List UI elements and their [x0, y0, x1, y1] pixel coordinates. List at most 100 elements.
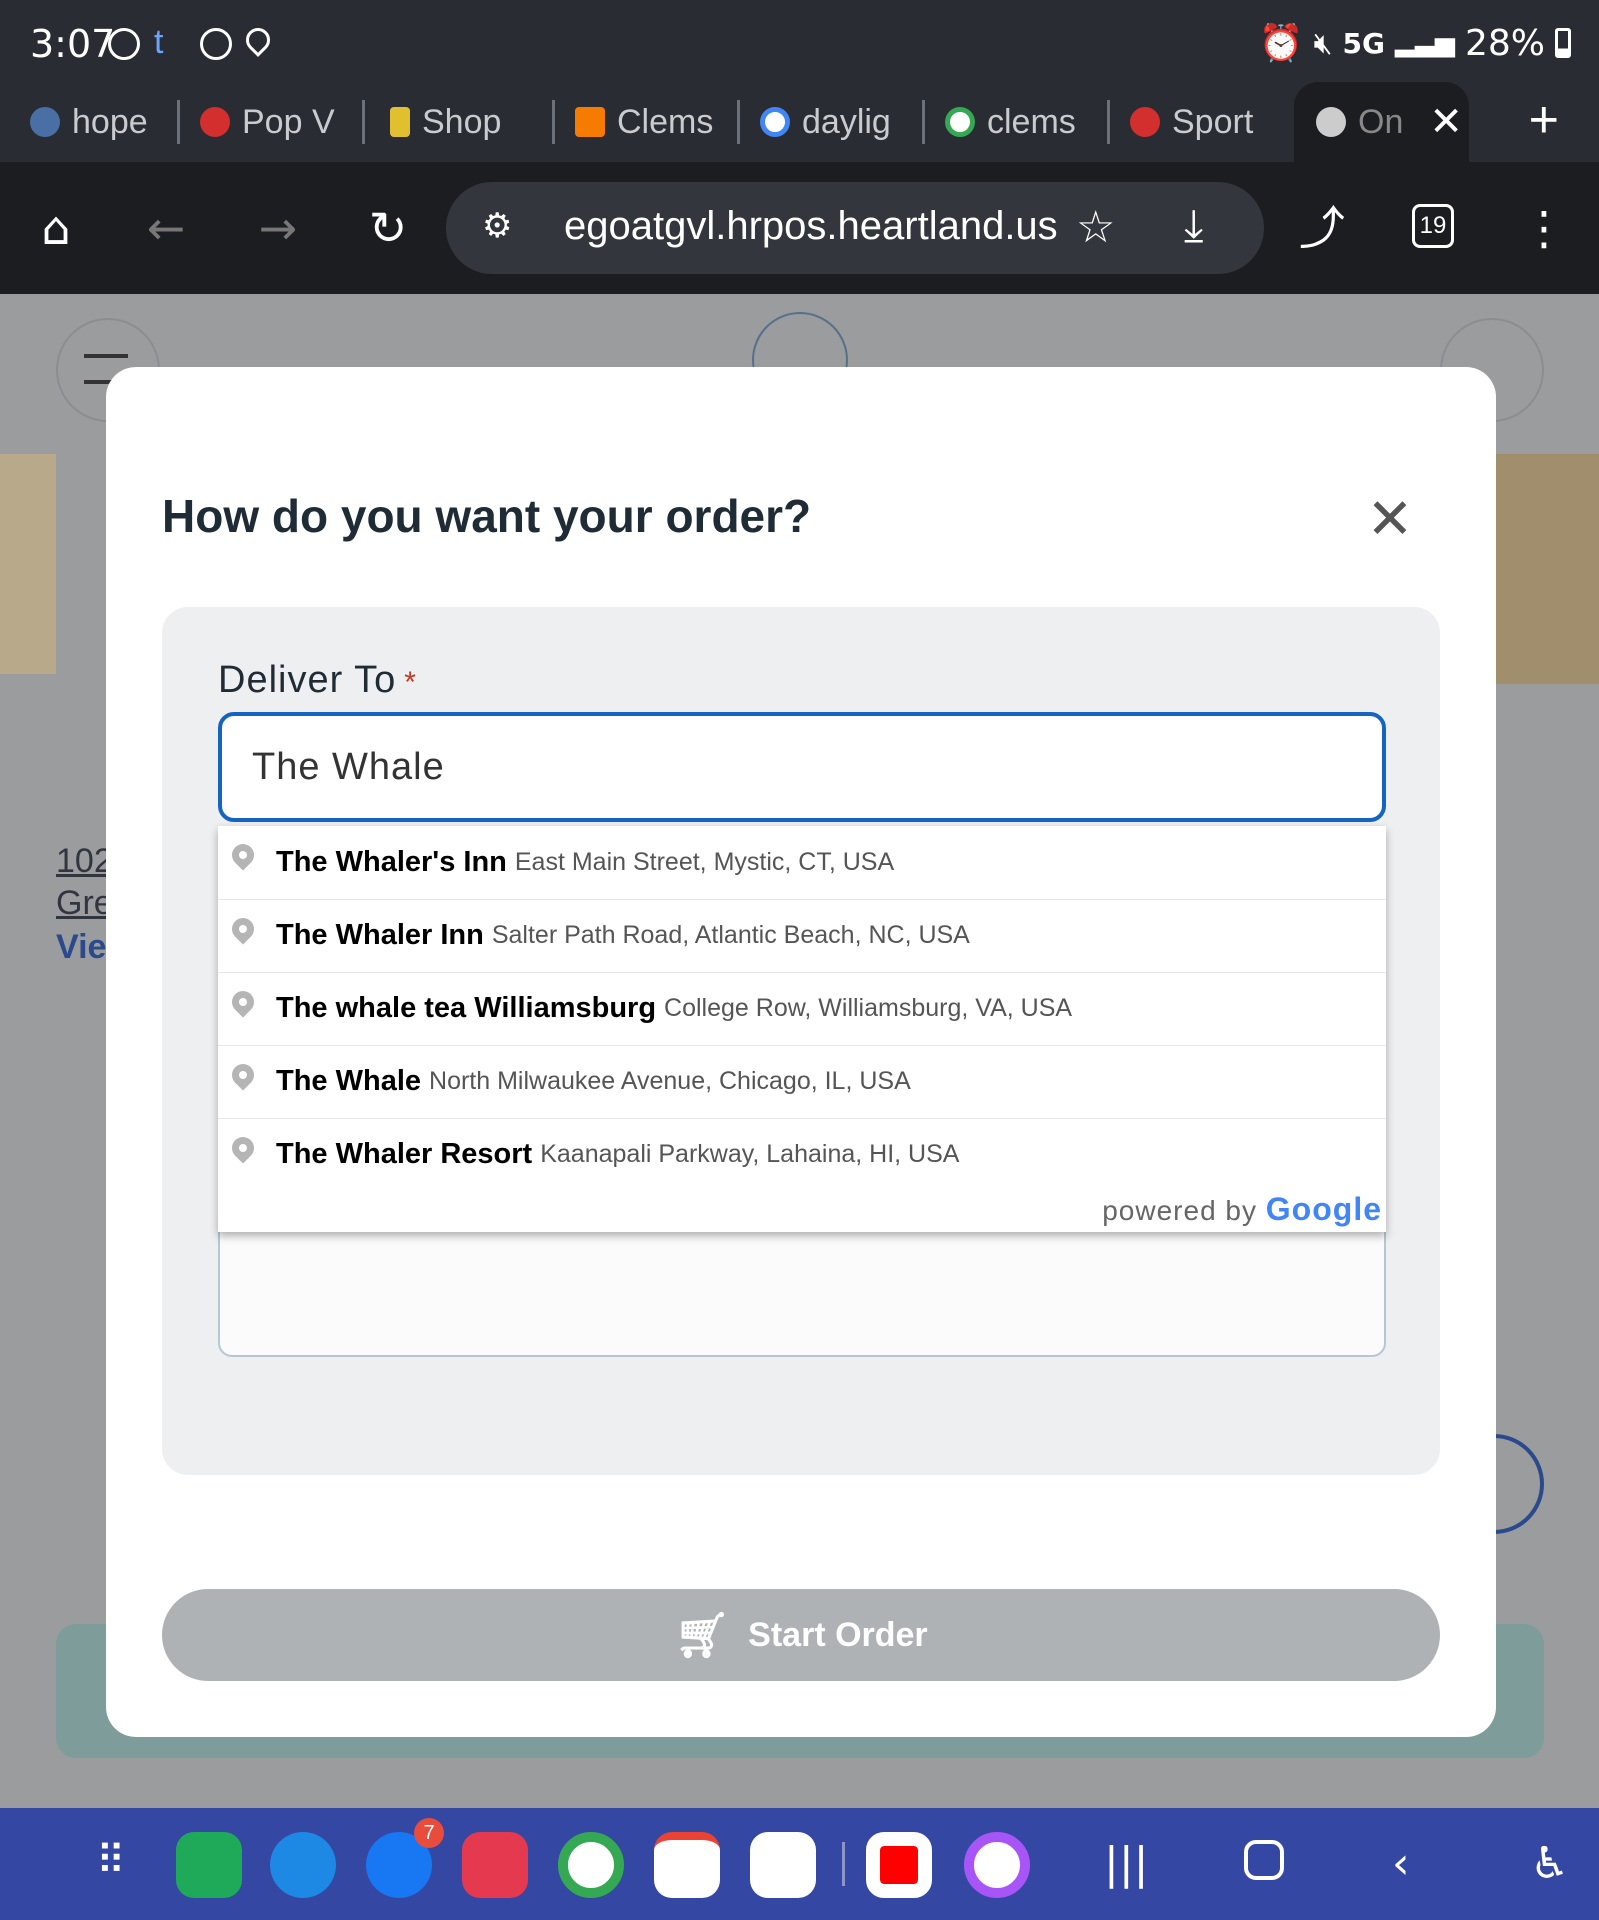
location-pin-icon	[227, 986, 259, 1018]
tab-favicon	[30, 107, 60, 137]
recent-apps-button[interactable]: |||	[1104, 1838, 1148, 1889]
tab-active-order[interactable]: On ✕	[1294, 82, 1469, 162]
android-nav-bar: ⠿ 7 ||| ‹ ♿︎	[0, 1808, 1599, 1920]
suggestion-item[interactable]: The Whaler Inn Salter Path Road, Atlanti…	[218, 899, 1386, 971]
facebook-notification-icon	[108, 28, 140, 60]
tab-clemson[interactable]: Clems	[575, 82, 740, 162]
tab-clemson-search[interactable]: clems	[945, 82, 1110, 162]
suggestion-name: The Whale	[276, 1065, 422, 1097]
location-pin-icon	[227, 913, 259, 945]
back-button[interactable]: ‹	[1392, 1838, 1410, 1889]
google-icon	[945, 107, 975, 137]
tab-favicon	[1130, 107, 1160, 137]
tab-daylight[interactable]: daylig	[760, 82, 925, 162]
suggestion-address: Kaanapali Parkway, Lahaina, HI, USA	[540, 1140, 960, 1168]
camera-app-icon[interactable]	[462, 1832, 528, 1898]
home-icon[interactable]: ⌂	[30, 202, 82, 254]
app-drawer-icon[interactable]: ⠿	[96, 1838, 125, 1884]
battery-level: 28%	[1464, 22, 1545, 64]
store-address-line-2: Gre	[56, 884, 113, 922]
store-address-line-1: 102	[56, 842, 113, 880]
view-link[interactable]: Vie	[56, 928, 106, 967]
suggestion-name: The whale tea Williamsburg	[276, 992, 657, 1024]
tab-label: clems	[987, 102, 1076, 141]
home-button[interactable]	[1244, 1840, 1284, 1880]
close-icon[interactable]: ✕	[1360, 492, 1420, 552]
powered-by-text: powered by	[1102, 1195, 1257, 1226]
back-icon[interactable]: ←	[140, 202, 192, 254]
field-label-text: Deliver To	[218, 659, 397, 701]
location-pin-icon	[227, 1059, 259, 1091]
modal-title: How do you want your order?	[162, 490, 812, 542]
suggestion-address: Salter Path Road, Atlantic Beach, NC, US…	[491, 921, 970, 949]
delivery-address-input[interactable]: The Whale	[218, 712, 1386, 822]
browser-tab-strip: hope Pop V Shop Clems daylig clems Sport…	[0, 82, 1599, 162]
share-icon[interactable]: ⤴	[1296, 202, 1348, 254]
suggestion-address: East Main Street, Mystic, CT, USA	[514, 847, 895, 876]
sync-notification-icon	[200, 28, 232, 60]
address-suggestions-dropdown: The Whaler's Inn East Main Street, Mysti…	[218, 826, 1386, 1232]
tab-favicon	[575, 107, 605, 137]
tab-shop[interactable]: Shop	[390, 82, 555, 162]
start-order-button[interactable]: 🛒︎ Start Order	[162, 1589, 1440, 1681]
start-order-label: Start Order	[748, 1615, 928, 1654]
youtube-app-icon[interactable]	[866, 1832, 932, 1898]
tumblr-notification-icon: t	[154, 23, 164, 61]
status-bar: 3:07 t ⏰ 🔇︎ 5G ▂▃▅ 28%	[0, 0, 1599, 82]
status-time: 3:07	[30, 22, 116, 66]
suggestion-item[interactable]: The Whaler's Inn East Main Street, Mysti…	[218, 826, 1386, 898]
alarm-icon: ⏰	[1258, 23, 1304, 64]
new-tab-icon[interactable]: +	[1529, 90, 1559, 150]
system-status: ⏰ 🔇︎ 5G ▂▃▅ 28%	[1259, 22, 1571, 64]
promo-image-left	[0, 454, 56, 674]
download-icon[interactable]: ⤓	[1184, 200, 1203, 251]
suggestion-item[interactable]: The Whale North Milwaukee Avenue, Chicag…	[218, 1045, 1386, 1117]
url-text: egoatgvl.hrpos.heartland.us	[564, 204, 1058, 248]
accessibility-icon[interactable]: ♿︎	[1530, 1838, 1569, 1889]
messenger-app-icon[interactable]	[964, 1832, 1030, 1898]
suggestion-name: The Whaler's Inn	[276, 845, 507, 878]
google-logo: Google	[1265, 1191, 1382, 1227]
tab-hope[interactable]: hope	[20, 82, 180, 162]
cart-icon: 🛒︎	[674, 1610, 731, 1661]
required-indicator: *	[404, 666, 417, 699]
notification-icons: t	[108, 23, 275, 61]
tab-label: hope	[72, 102, 148, 141]
network-label: 5G	[1342, 26, 1385, 60]
gmail-app-icon[interactable]	[654, 1832, 720, 1898]
tab-sports[interactable]: Sport	[1130, 82, 1270, 162]
promo-image-right	[1496, 454, 1599, 684]
suggestion-name: The Whaler Resort	[276, 1138, 533, 1170]
tab-label: Shop	[422, 102, 502, 141]
suggestion-item[interactable]: The whale tea Williamsburg College Row, …	[218, 972, 1386, 1044]
forward-icon[interactable]: →	[252, 202, 304, 254]
tab-count-button[interactable]: 19	[1412, 204, 1454, 248]
tab-favicon	[200, 107, 230, 137]
tab-label: Sport	[1172, 102, 1254, 141]
google-icon	[760, 107, 790, 137]
tab-favicon	[1316, 107, 1346, 137]
deliver-to-label: Deliver To *	[218, 659, 417, 702]
suggestion-item[interactable]: The Whaler Resort Kaanapali Parkway, Lah…	[218, 1118, 1386, 1190]
tab-label: On	[1358, 102, 1404, 141]
address-bar[interactable]: ⚙ egoatgvl.hrpos.heartland.us ☆ ⤓	[446, 182, 1264, 274]
tab-pop[interactable]: Pop V	[200, 82, 365, 162]
browser-toolbar: ⌂ ← → ↻ ⚙ egoatgvl.hrpos.heartland.us ☆ …	[0, 162, 1599, 294]
close-tab-icon[interactable]: ✕	[1429, 99, 1463, 145]
facebook-notification-badge: 7	[414, 1818, 444, 1848]
location-pin-icon	[227, 839, 259, 871]
menu-dots-icon[interactable]: ⋮	[1518, 202, 1570, 254]
phone-app-icon[interactable]	[176, 1832, 242, 1898]
tab-favicon	[390, 107, 410, 137]
maps-app-icon[interactable]	[750, 1832, 816, 1898]
bookmark-star-icon[interactable]: ☆	[1076, 202, 1115, 253]
tab-label: daylig	[802, 102, 891, 141]
site-settings-icon[interactable]: ⚙	[482, 206, 512, 246]
location-pin-icon	[227, 1132, 259, 1164]
mute-icon: 🔇︎	[1313, 25, 1333, 61]
chrome-app-icon[interactable]	[558, 1832, 624, 1898]
suggestion-name: The Whaler Inn	[276, 919, 484, 951]
tab-label: Clems	[617, 102, 714, 141]
reload-icon[interactable]: ↻	[362, 202, 414, 254]
messages-app-icon[interactable]	[270, 1832, 336, 1898]
